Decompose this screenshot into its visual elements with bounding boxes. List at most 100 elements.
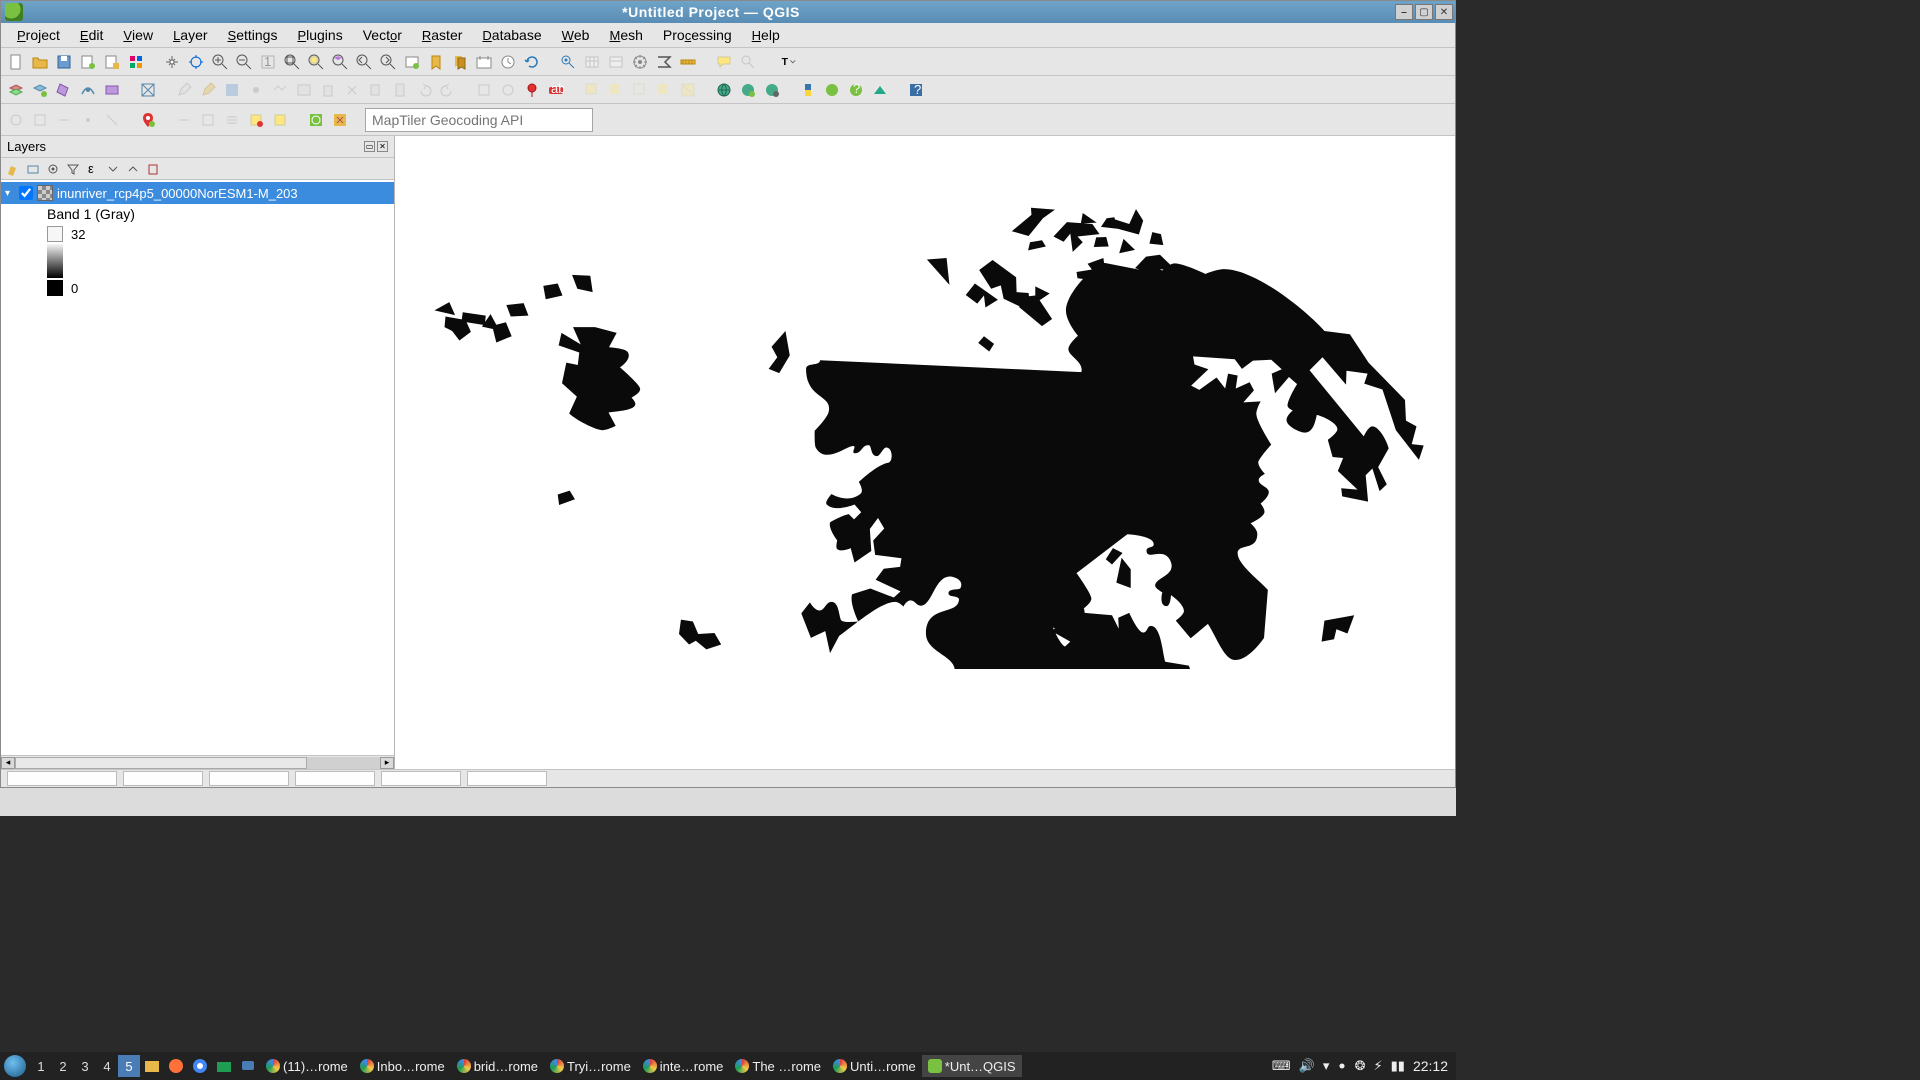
open-attribute-table-button[interactable] <box>581 51 603 73</box>
remove-layer-button[interactable] <box>145 161 161 177</box>
show-layout-manager-button[interactable] <box>101 51 123 73</box>
menu-processing[interactable]: Processing <box>653 24 742 46</box>
modify-attributes-button[interactable] <box>293 79 315 101</box>
menu-project[interactable]: Project <box>7 24 70 46</box>
snap4-button[interactable] <box>77 109 99 131</box>
network-icon[interactable]: ▾ <box>1323 1058 1330 1074</box>
menu-settings[interactable]: Settings <box>218 24 288 46</box>
open-field-calculator-button[interactable] <box>605 51 627 73</box>
file-manager-icon[interactable] <box>142 1056 162 1076</box>
zoom-in-button[interactable] <box>209 51 231 73</box>
metasearch-button[interactable] <box>713 79 735 101</box>
status-field-4[interactable] <box>295 771 375 786</box>
zoom-full-button[interactable] <box>281 51 303 73</box>
menu-raster[interactable]: Raster <box>412 24 473 46</box>
window-minimize-button[interactable]: – <box>1395 4 1413 20</box>
new-bookmark-button[interactable] <box>425 51 447 73</box>
battery-icon[interactable]: ⚡ <box>1374 1058 1383 1074</box>
deselect-all-button[interactable] <box>629 79 651 101</box>
temporal-controller-button[interactable] <box>473 51 495 73</box>
open-data-source-button[interactable] <box>5 79 27 101</box>
add-maptiler-button[interactable] <box>737 79 759 101</box>
measure-line-button[interactable] <box>677 51 699 73</box>
save-edits-button[interactable] <box>221 79 243 101</box>
zoom-native-button[interactable]: 1 <box>257 51 279 73</box>
no-action-button[interactable]: T <box>773 51 803 73</box>
bluetooth-icon[interactable]: ⚫ <box>1337 1060 1346 1073</box>
delete-selected-button[interactable] <box>317 79 339 101</box>
menu-view[interactable]: View <box>113 24 163 46</box>
select-all-button[interactable] <box>653 79 675 101</box>
zoom-to-selection-button[interactable] <box>305 51 327 73</box>
start-menu-button[interactable] <box>4 1055 26 1077</box>
enable-tracing-button[interactable] <box>497 79 519 101</box>
workspace-5[interactable]: 5 <box>118 1055 140 1077</box>
statistics-button[interactable] <box>653 51 675 73</box>
help-button[interactable]: ? <box>905 79 927 101</box>
map-tips-button[interactable] <box>713 51 735 73</box>
select-features-button[interactable] <box>581 79 603 101</box>
new-spatialite-button[interactable] <box>77 79 99 101</box>
taskbar-entry-6[interactable]: Unti…rome <box>827 1055 922 1077</box>
scrollbar-left-arrow[interactable]: ◂ <box>1 757 15 769</box>
workspace-2[interactable]: 2 <box>52 1055 74 1077</box>
zoom-last-button[interactable] <box>353 51 375 73</box>
location-button[interactable] <box>137 109 159 131</box>
save-project-button[interactable] <box>53 51 75 73</box>
processing1-button[interactable] <box>173 109 195 131</box>
plugin2-button[interactable]: ? <box>845 79 867 101</box>
python-console-button[interactable] <box>797 79 819 101</box>
status-field-2[interactable] <box>123 771 203 786</box>
taskbar-entry-7[interactable]: *Unt…QGIS <box>922 1055 1022 1077</box>
menu-vector[interactable]: Vector <box>353 24 412 46</box>
maptiler-settings-button[interactable] <box>761 79 783 101</box>
toolbox-button[interactable] <box>629 51 651 73</box>
style-manager-button[interactable] <box>125 51 147 73</box>
current-edits-button[interactable] <box>173 79 195 101</box>
taskbar-entry-1[interactable]: Inbo…rome <box>354 1055 451 1077</box>
panel-close-button[interactable]: ✕ <box>377 141 388 152</box>
select-by-value-button[interactable] <box>605 79 627 101</box>
plugin3-button[interactable] <box>869 79 891 101</box>
copy-features-button[interactable] <box>365 79 387 101</box>
firefox-icon[interactable] <box>166 1056 186 1076</box>
status-field-6[interactable] <box>467 771 547 786</box>
expand-all-button[interactable] <box>105 161 121 177</box>
zoom-out-button[interactable] <box>233 51 255 73</box>
chrome-icon[interactable] <box>190 1056 210 1076</box>
collapse-all-button[interactable] <box>125 161 141 177</box>
scrollbar-right-arrow[interactable]: ▸ <box>380 757 394 769</box>
pan-to-selection-button[interactable] <box>185 51 207 73</box>
processing5-button[interactable] <box>269 109 291 131</box>
manage-visibility-button[interactable] <box>45 161 61 177</box>
processing3-button[interactable] <box>221 109 243 131</box>
text-annotation-button[interactable] <box>737 51 759 73</box>
label-toolbar-pin-button[interactable] <box>521 79 543 101</box>
taskbar-entry-2[interactable]: brid…rome <box>451 1055 544 1077</box>
volume-icon[interactable]: 🔊 <box>1299 1058 1315 1074</box>
new-virtual-layer-button[interactable] <box>101 79 123 101</box>
map-canvas[interactable] <box>395 136 1455 769</box>
layer-tree[interactable]: ▾ inunriver_rcp4p5_00000NorESM1-M_203 Ba… <box>1 180 394 755</box>
new-project-button[interactable] <box>5 51 27 73</box>
menu-web[interactable]: Web <box>552 24 600 46</box>
digitize-shape-button[interactable] <box>473 79 495 101</box>
processing2-button[interactable] <box>197 109 219 131</box>
status-field-1[interactable] <box>7 771 117 786</box>
new-geopackage-button[interactable] <box>29 79 51 101</box>
snap2-button[interactable] <box>29 109 51 131</box>
workspace-1[interactable]: 1 <box>30 1055 52 1077</box>
new-mesh-layer-button[interactable] <box>137 79 159 101</box>
geocoding-search-input[interactable] <box>365 108 593 132</box>
identify-features-button[interactable] <box>557 51 579 73</box>
layer-visibility-checkbox[interactable] <box>19 186 33 200</box>
keyboard-icon[interactable]: ⌨ <box>1272 1058 1291 1074</box>
menu-layer[interactable]: Layer <box>163 24 217 46</box>
tray-app-icon[interactable]: ❂ <box>1355 1058 1366 1074</box>
new-shapefile-button[interactable] <box>53 79 75 101</box>
layer-styling-button[interactable] <box>5 161 21 177</box>
menu-database[interactable]: Database <box>472 24 551 46</box>
zoom-to-layer-button[interactable] <box>329 51 351 73</box>
status-field-5[interactable] <box>381 771 461 786</box>
new-map-view-button[interactable] <box>401 51 423 73</box>
